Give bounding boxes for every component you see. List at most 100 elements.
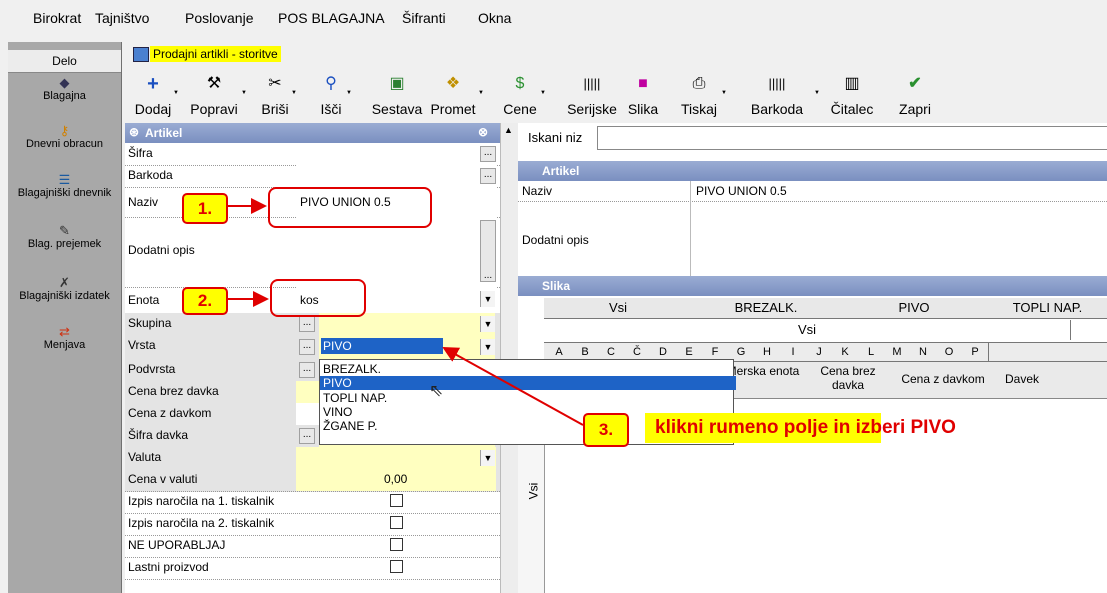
dropdown-arrow-icon[interactable]: ▼: [540, 90, 546, 96]
nav-blag-prejemek[interactable]: ✎ Blag. prejemek: [8, 224, 121, 251]
cena-v-valuti-field[interactable]: 0,00: [296, 469, 496, 491]
column-cena-brez-davka[interactable]: Cena brez davka: [803, 362, 894, 398]
tab-vsi[interactable]: Vsi: [544, 298, 693, 318]
tab-topli-nap[interactable]: TOPLI NAP.: [988, 298, 1107, 318]
search-icon: ⚲: [325, 75, 337, 92]
ellipsis-button[interactable]: ...: [480, 168, 496, 184]
form-row-lastni-proizvod: Lastni proizvod: [125, 557, 500, 580]
dropdown-arrow-icon[interactable]: ▼: [478, 90, 484, 96]
cash-register-icon: ◆: [59, 75, 70, 90]
dodaj-button[interactable]: + Dodaj ▼: [133, 68, 179, 120]
promet-button[interactable]: ❖ Promet ▼: [428, 68, 484, 120]
dropdown-arrow-icon[interactable]: ▼: [291, 90, 297, 96]
lastni-proizvod-checkbox[interactable]: [390, 560, 403, 573]
dropdown-arrow-icon[interactable]: ▼: [480, 316, 495, 332]
printer-icon: ⎙: [692, 75, 706, 92]
ellipsis-button[interactable]: ...: [480, 146, 496, 162]
letter-filter-10[interactable]: J: [806, 343, 833, 361]
expand-icon[interactable]: ⊗: [478, 125, 488, 139]
dodatni-opis-row: Dodatni opis: [518, 201, 1107, 277]
window-title-bar: Prodajni artikli - storitve: [125, 42, 1107, 68]
menu-pos-blagajna[interactable]: POS BLAGAJNA: [278, 10, 385, 26]
cene-button[interactable]: $ Cene ▼: [500, 68, 546, 120]
citalec-button[interactable]: ▥ Čitalec: [827, 68, 877, 120]
collapse-icon[interactable]: ⊛: [129, 125, 139, 139]
vertical-scrollbar[interactable]: ▲: [500, 123, 518, 593]
zapri-button[interactable]: ✔ Zapri: [895, 68, 935, 120]
menu-okna[interactable]: Okna: [478, 10, 511, 26]
slika-button[interactable]: ■ Slika: [625, 68, 661, 120]
ellipsis-button[interactable]: ...: [299, 428, 315, 444]
menu-sifranti[interactable]: Šifranti: [402, 10, 446, 26]
ellipsis-button[interactable]: ...: [299, 316, 315, 332]
isci-button[interactable]: ⚲ Išči ▼: [316, 68, 353, 120]
scissors-icon: ✂: [268, 75, 282, 92]
ne-uporabljaj-checkbox[interactable]: [390, 538, 403, 551]
ellipsis-button[interactable]: ...: [299, 362, 315, 378]
nav-blagajniski-izdatek[interactable]: ✗ Blagajniški izdatek: [8, 275, 121, 303]
letter-filter-15[interactable]: O: [936, 343, 963, 361]
nav-menjava[interactable]: ⇄ Menjava: [8, 325, 121, 352]
sifra-field[interactable]: [296, 143, 496, 165]
receipt-out-icon: ✗: [59, 275, 70, 290]
scroll-up-icon[interactable]: ▲: [504, 125, 513, 135]
reader-icon: ▥: [844, 75, 860, 92]
nav-blagajniski-dnevnik[interactable]: ☰ Blagajniški dnevnik: [8, 173, 121, 200]
tab-brezalk[interactable]: BREZALK.: [692, 298, 841, 318]
valuta-select[interactable]: [296, 447, 496, 469]
dropdown-arrow-icon[interactable]: ▼: [480, 291, 495, 307]
mouse-cursor-icon: ⇖: [429, 381, 444, 400]
option-pivo[interactable]: PIVO: [320, 376, 736, 390]
slika-section-header: Slika: [518, 276, 1107, 296]
sestava-button[interactable]: ▣ Sestava: [367, 68, 427, 120]
step-3-badge: 3.: [583, 413, 629, 447]
turnover-icon: ❖: [445, 75, 461, 92]
ellipsis-button[interactable]: ...: [480, 220, 496, 282]
letter-filter-8[interactable]: H: [754, 343, 781, 361]
brisi-button[interactable]: ✂ Briši ▼: [259, 68, 297, 120]
menu-birokrat[interactable]: Birokrat: [33, 10, 81, 26]
tiskalnik-2-checkbox[interactable]: [390, 516, 403, 529]
window-icon: [133, 47, 149, 62]
dropdown-arrow-icon[interactable]: ▼: [346, 90, 352, 96]
nav-dnevni-obracun[interactable]: ⚷ Dnevni obracun: [8, 124, 121, 151]
tab-pivo[interactable]: PIVO: [840, 298, 989, 318]
tiskalnik-1-checkbox[interactable]: [390, 494, 403, 507]
nav-blagajna[interactable]: ◆ Blagajna: [8, 75, 121, 103]
form-row-tiskalnik-1: Izpis naročila na 1. tiskalnik: [125, 491, 500, 514]
dropdown-arrow-icon[interactable]: ▼: [173, 90, 179, 96]
tiskaj-button[interactable]: ⎙ Tiskaj ▼: [677, 68, 727, 120]
delo-tab[interactable]: Delo: [8, 50, 121, 73]
column-davek[interactable]: Davek: [993, 362, 1107, 398]
column-cena-z-davkom[interactable]: Cena z davkom: [893, 362, 994, 398]
letter-filter-11[interactable]: K: [832, 343, 859, 361]
option-topli-nap[interactable]: TOPLI NAP.: [320, 391, 736, 405]
option-brezalk[interactable]: BREZALK.: [320, 362, 736, 376]
serial-icon: |||||: [583, 76, 601, 91]
step-2-badge: 2.: [182, 287, 228, 315]
serijske-button[interactable]: ||||| Serijske: [562, 68, 622, 120]
dollar-icon: $: [515, 75, 525, 92]
letter-filter-16[interactable]: P: [962, 343, 989, 361]
ellipsis-button[interactable]: ...: [299, 339, 315, 355]
nav-label: Dnevni obracun: [25, 138, 104, 150]
menu-tajnistvo[interactable]: Tajništvo: [95, 10, 149, 26]
letter-filter-9[interactable]: I: [780, 343, 807, 361]
dropdown-arrow-icon[interactable]: ▼: [480, 450, 495, 466]
popravi-button[interactable]: ⚒ Popravi ▼: [187, 68, 247, 120]
letter-filter-14[interactable]: N: [910, 343, 937, 361]
letter-filter-12[interactable]: L: [858, 343, 885, 361]
barkoda-field[interactable]: [296, 165, 496, 187]
dropdown-arrow-icon[interactable]: ▼: [721, 90, 727, 96]
dropdown-arrow-icon[interactable]: ▼: [480, 339, 495, 355]
dropdown-arrow-icon[interactable]: ▼: [241, 90, 247, 96]
menu-poslovanje[interactable]: Poslovanje: [185, 10, 254, 26]
form-row-cena-v-valuti: Cena v valuti 0,00: [125, 469, 500, 492]
form-row-sifra: Šifra ...: [125, 143, 500, 166]
dropdown-arrow-icon[interactable]: ▼: [814, 90, 820, 96]
letter-filter-13[interactable]: M: [884, 343, 911, 361]
subtab-vsi[interactable]: Vsi: [544, 320, 1071, 340]
vrsta-select[interactable]: PIVO: [319, 335, 495, 359]
search-input[interactable]: [597, 126, 1107, 150]
barkoda-button[interactable]: ||||| Barkoda ▼: [740, 68, 820, 120]
